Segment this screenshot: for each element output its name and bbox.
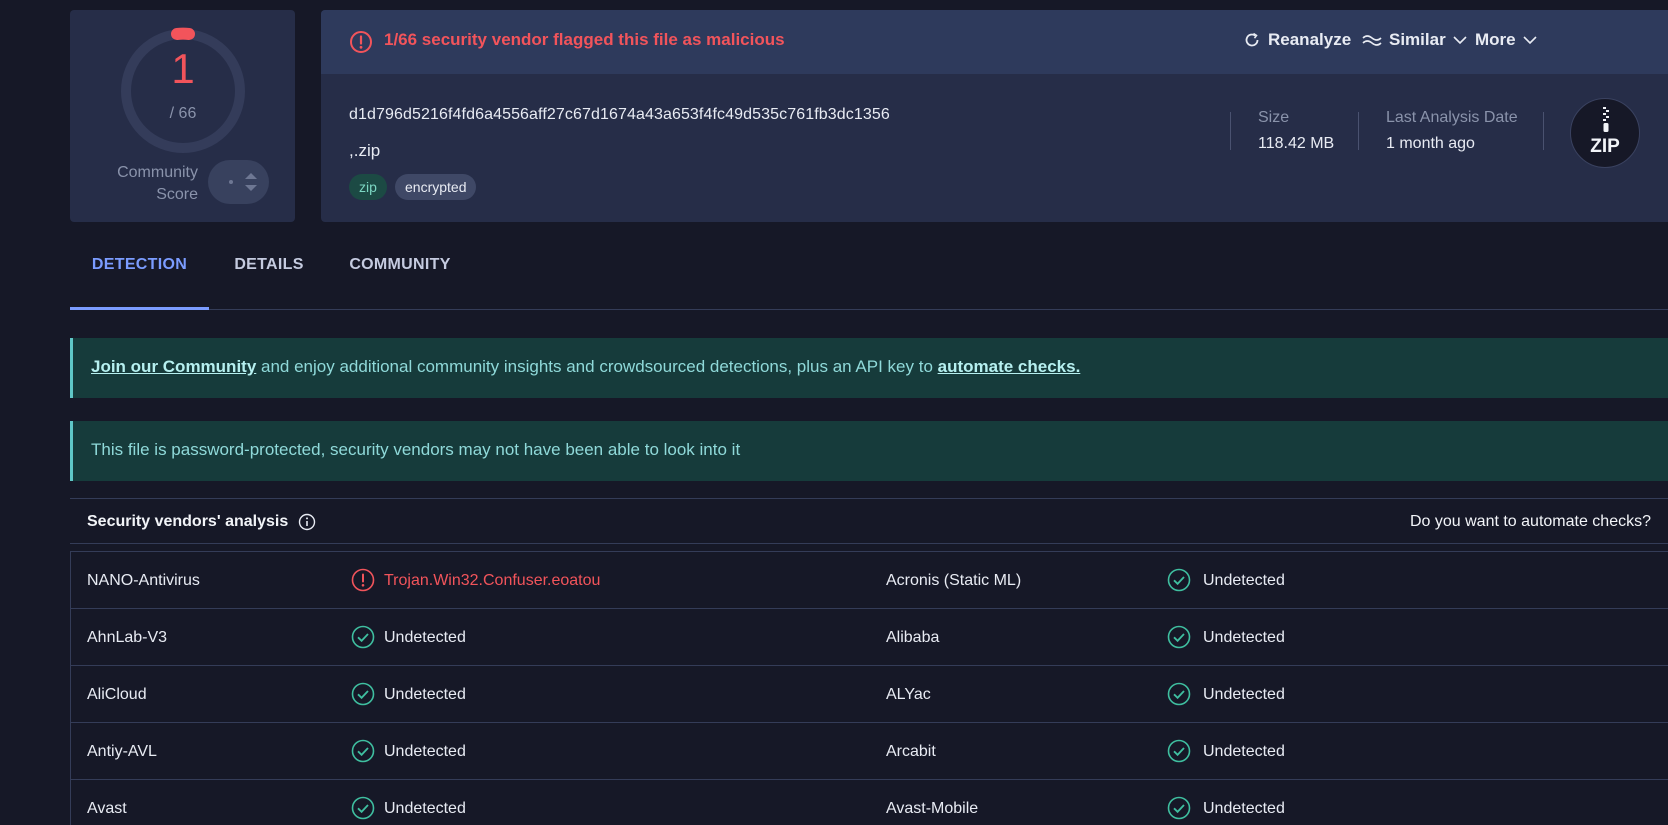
vendor-result: Undetected (384, 686, 466, 703)
vendor-row: NANO-Antivirus Trojan.Win32.Confuser.eoat… (71, 552, 1668, 609)
tab-details[interactable]: DETAILS (219, 250, 319, 310)
vendor-name: Antiy-AVL (87, 743, 157, 760)
check-circle-icon (351, 796, 375, 820)
zipper-icon (1603, 107, 1609, 132)
community-vote-control[interactable] (208, 160, 269, 204)
vendors-analysis-title: Security vendors' analysis (87, 513, 316, 531)
vendors-table: NANO-Antivirus Trojan.Win32.Confuser.eoat… (70, 551, 1668, 825)
alert-circle-icon (350, 31, 372, 53)
reanalyze-button[interactable]: Reanalyze (1243, 30, 1351, 50)
vendors-analysis-header: Security vendors' analysis Do you want t… (70, 498, 1668, 544)
score-dot-icon (229, 180, 233, 184)
vendor-row: AliCloud Undetected ALYac Undetected (71, 666, 1668, 723)
last-analysis-value: 1 month ago (1386, 135, 1475, 152)
meta-divider (1543, 112, 1544, 150)
automate-checks-prompt[interactable]: Do you want to automate checks? (1410, 513, 1651, 531)
password-protected-banner: This file is password-protected, securit… (70, 421, 1668, 481)
check-circle-icon (1167, 568, 1191, 592)
tag-zip[interactable]: zip (349, 174, 387, 200)
vendor-row: AhnLab-V3 Undetected Alibaba Undetected (71, 609, 1668, 666)
vendor-row: Antiy-AVL Undetected Arcabit Undetected (71, 723, 1668, 780)
file-summary-card: 1/66 security vendor flagged this file a… (321, 10, 1668, 222)
password-banner-text: This file is password-protected, securit… (91, 440, 741, 459)
check-circle-icon (351, 682, 375, 706)
malicious-alert-bar: 1/66 security vendor flagged this file a… (321, 10, 1668, 74)
vendor-name: Arcabit (886, 743, 936, 760)
file-type-label: ZIP (1590, 136, 1620, 157)
vendor-result: Undetected (384, 629, 466, 646)
community-score-label: Community Score (117, 164, 198, 203)
alert-message: 1/66 security vendor flagged this file a… (384, 30, 785, 49)
reanalyze-label: Reanalyze (1268, 30, 1352, 49)
detection-score-card: 1 / 66 Community Score (70, 10, 295, 222)
vendor-name: ALYac (886, 686, 931, 703)
chevron-down-icon (1523, 36, 1537, 45)
file-hash[interactable]: d1d796d5216f4fd6a4556aff27c67d1674a43a65… (349, 106, 890, 124)
vendor-name: AliCloud (87, 686, 147, 703)
community-banner-middle: and enjoy additional community insights … (256, 357, 938, 376)
chevron-down-icon (1453, 36, 1467, 45)
similar-button[interactable]: Similar (1362, 30, 1467, 50)
vendor-result[interactable]: Trojan.Win32.Confuser.eoatou (384, 572, 600, 590)
vendor-name: Avast (87, 800, 127, 817)
meta-divider (1230, 112, 1231, 150)
more-label: More (1475, 30, 1516, 49)
vote-down-icon[interactable] (245, 185, 257, 191)
check-circle-icon (1167, 625, 1191, 649)
join-community-link[interactable]: Join our Community (91, 357, 256, 376)
vendor-row: Avast Undetected Avast-Mobile Undetected (71, 780, 1668, 825)
vendor-result: Undetected (1203, 686, 1285, 703)
tab-community[interactable]: COMMUNITY (340, 250, 460, 310)
size-label: Size (1258, 109, 1290, 126)
vendor-name: Alibaba (886, 629, 940, 646)
detection-total: / 66 (169, 105, 197, 122)
vendor-name: Acronis (Static ML) (886, 572, 1022, 589)
file-type-badge: ZIP (1570, 98, 1640, 168)
last-analysis-label: Last Analysis Date (1386, 109, 1518, 126)
check-circle-icon (1167, 739, 1191, 763)
similar-label: Similar (1389, 30, 1446, 49)
similar-wave-icon (1362, 35, 1382, 46)
vendor-result: Undetected (1203, 800, 1285, 817)
vendor-name: NANO-Antivirus (87, 572, 200, 589)
more-button[interactable]: More (1475, 30, 1537, 50)
automate-checks-link[interactable]: automate checks. (938, 357, 1081, 376)
check-circle-icon (351, 625, 375, 649)
vote-up-icon[interactable] (245, 173, 257, 179)
vendor-name: AhnLab-V3 (87, 629, 168, 646)
file-name: ,.zip (349, 141, 381, 160)
community-banner-text: Join our Community and enjoy additional … (91, 357, 1080, 377)
tab-detection[interactable]: DETECTION (70, 250, 209, 310)
vendor-result: Undetected (1203, 572, 1285, 589)
vendor-result: Undetected (384, 800, 466, 817)
refresh-icon (1245, 32, 1259, 47)
size-value: 118.42 MB (1258, 135, 1335, 152)
community-banner: Join our Community and enjoy additional … (70, 338, 1668, 398)
vendor-result: Undetected (384, 743, 466, 760)
tag-encrypted[interactable]: encrypted (395, 174, 477, 200)
vendor-name: Avast-Mobile (886, 800, 979, 817)
alert-circle-icon (351, 568, 375, 592)
meta-divider (1358, 112, 1359, 150)
check-circle-icon (351, 739, 375, 763)
vendor-result: Undetected (1203, 629, 1285, 646)
detection-count: 1 (171, 45, 195, 92)
info-icon[interactable] (298, 513, 316, 531)
vendor-result: Undetected (1203, 743, 1285, 760)
check-circle-icon (1167, 682, 1191, 706)
vendors-title-text: Security vendors' analysis (87, 513, 289, 530)
check-circle-icon (1167, 796, 1191, 820)
report-tabs: DETECTION DETAILS COMMUNITY (70, 250, 1668, 310)
